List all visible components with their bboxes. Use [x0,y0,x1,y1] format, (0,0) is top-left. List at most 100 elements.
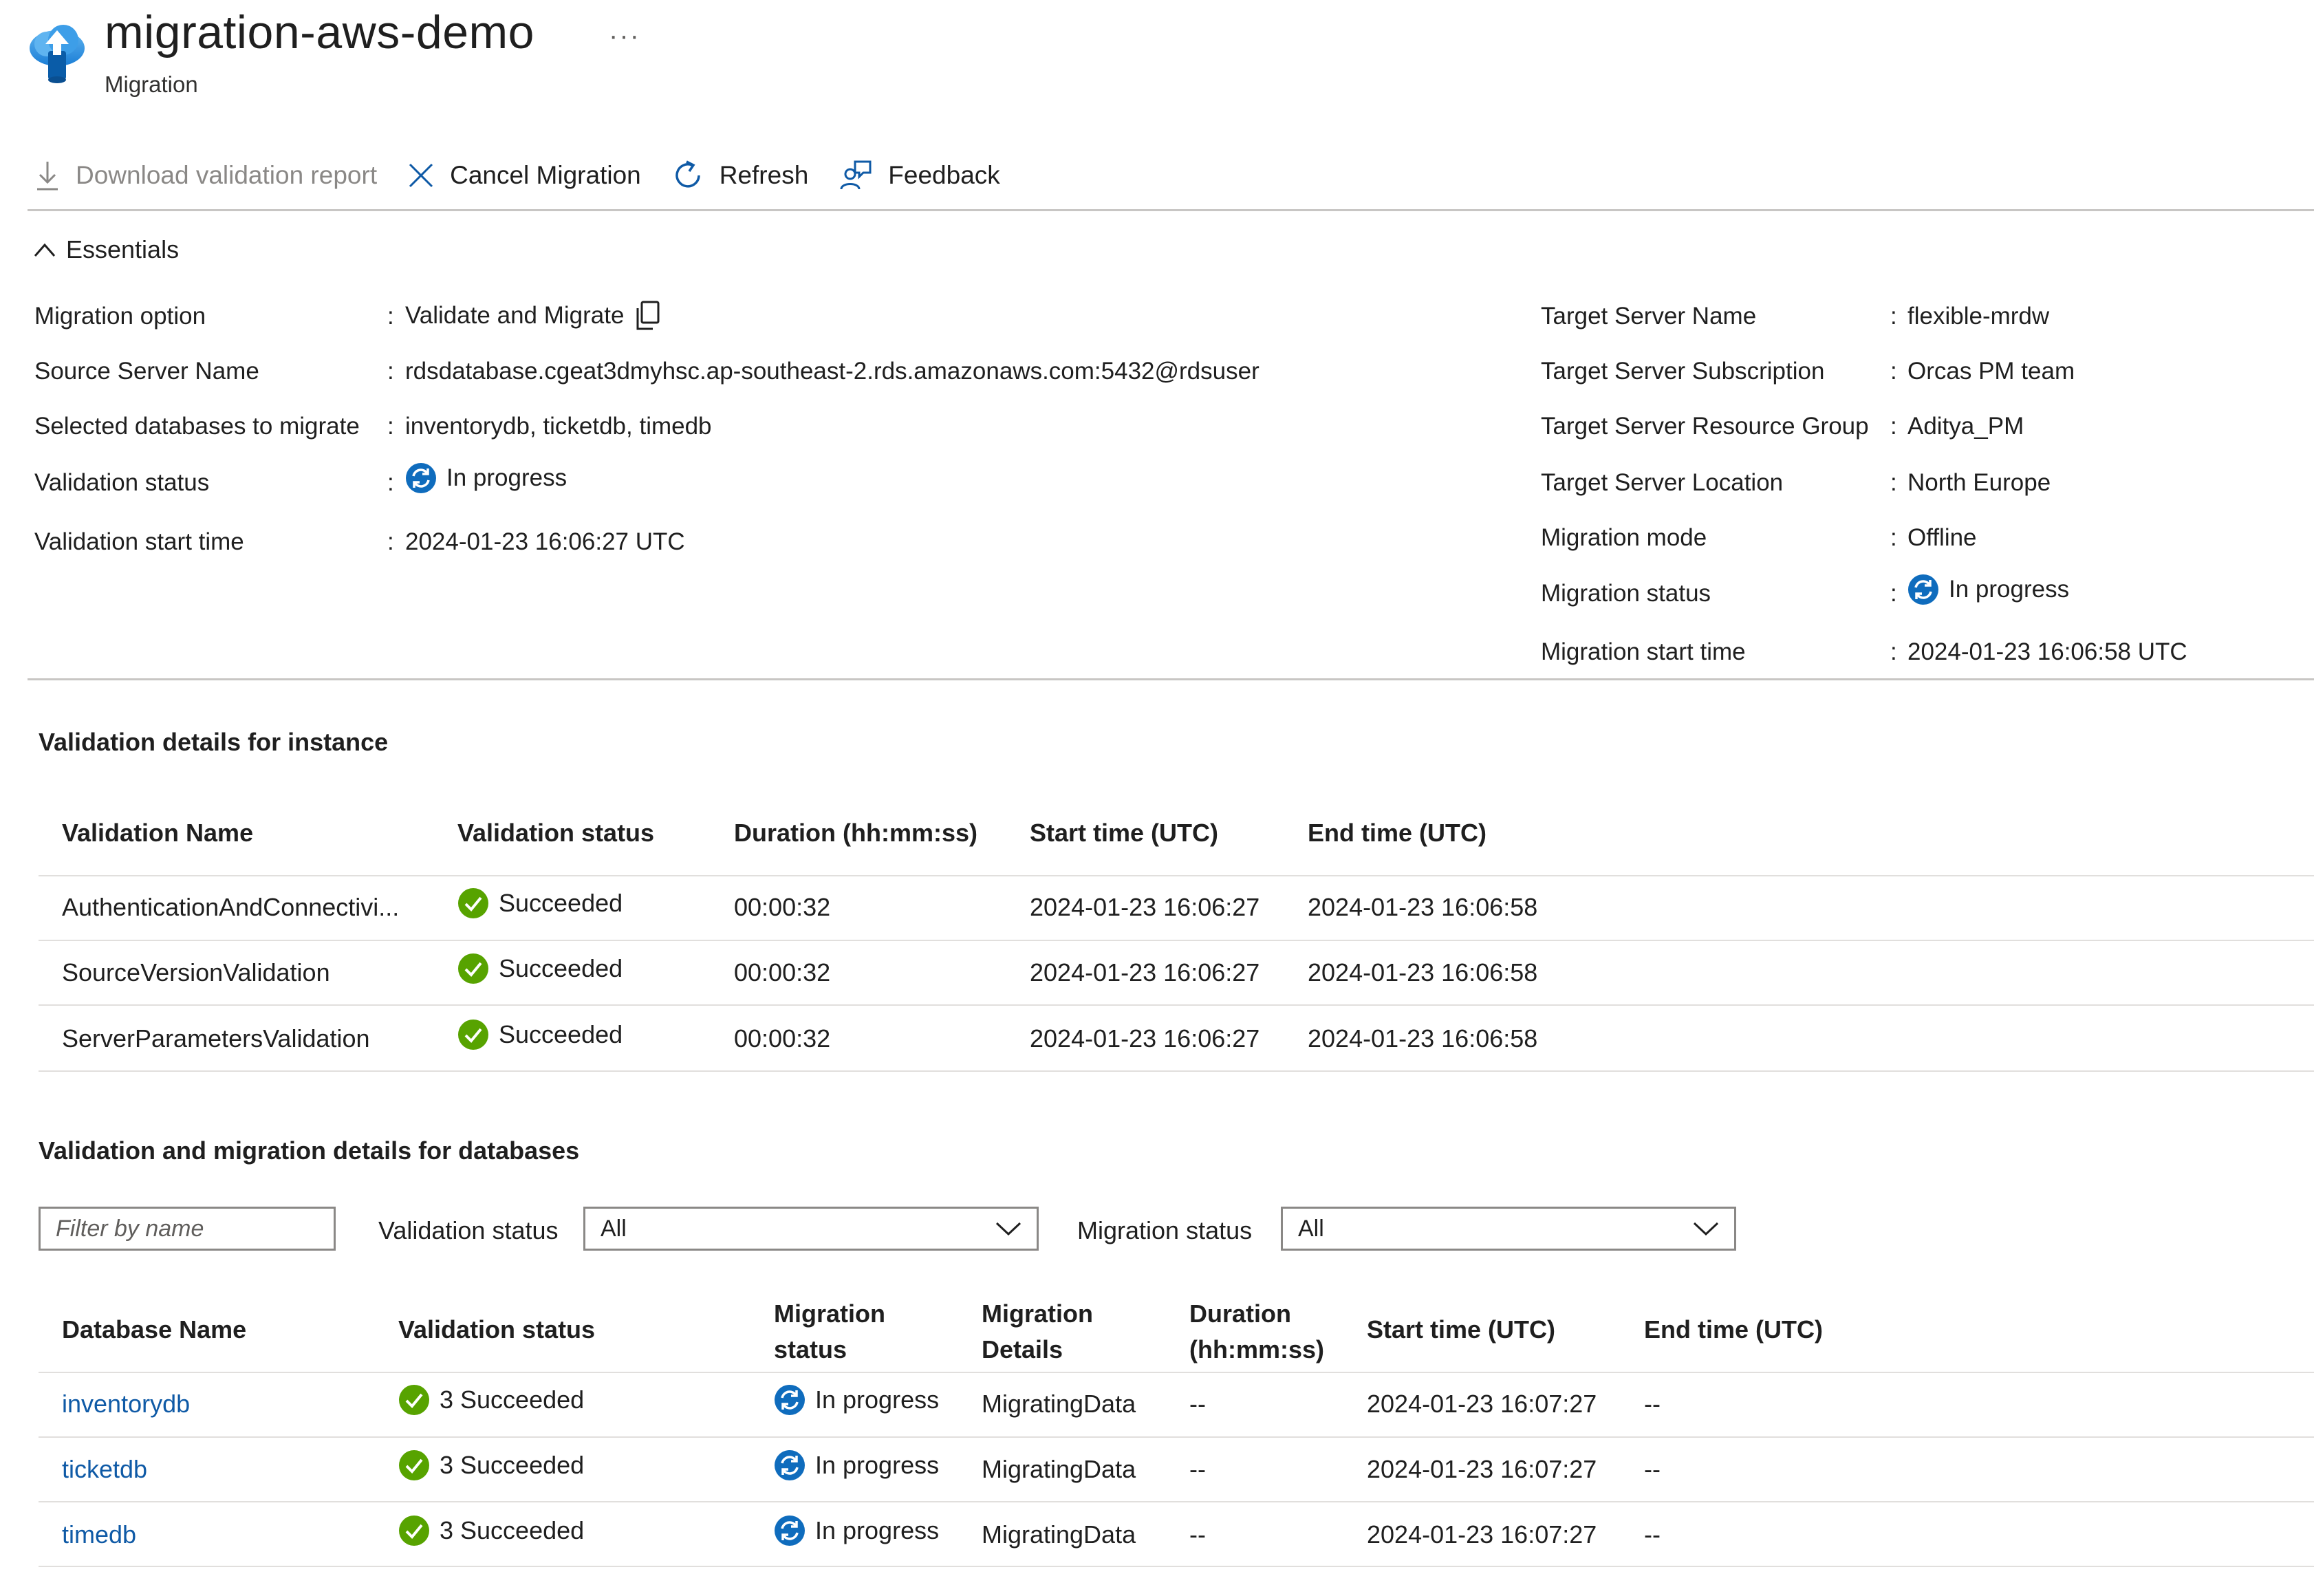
validation-name-cell: SourceVersionValidation [62,958,330,986]
separator: : [1890,358,1897,385]
target-server-location-label: Target Server Location [1541,469,1784,496]
migration-start-time-label: Migration start time [1541,638,1746,665]
filter-by-name-input[interactable]: Filter by name [39,1207,336,1251]
column-header-end-time[interactable]: End time (UTC) [1644,1315,1823,1344]
column-header-validation-name[interactable]: Validation Name [62,819,253,848]
instance-section-title: Validation details for instance [39,728,389,756]
column-header-migration-details[interactable]: Migration Details [982,1296,1093,1368]
refresh-label: Refresh [719,161,809,189]
chevron-down-icon [1693,1222,1719,1236]
copy-icon[interactable] [634,300,661,332]
migration-status-dropdown-value: All [1298,1215,1324,1242]
start-time-cell: 2024-01-23 16:06:27 [1030,1024,1260,1053]
check-circle-icon [457,953,489,984]
separator: : [387,469,394,496]
migration-start-time-value: 2024-01-23 16:06:58 UTC [1907,638,2187,665]
column-header-duration[interactable]: Duration (hh:mm:ss) [734,819,977,848]
migration-mode-value: Offline [1907,524,1977,551]
databases-section-title: Validation and migration details for dat… [39,1136,580,1165]
duration-cell: 00:00:32 [734,958,831,986]
check-circle-icon [398,1384,430,1416]
db-duration-cell: -- [1189,1520,1206,1549]
essentials-divider [28,678,2314,680]
end-time-cell: 2024-01-23 16:06:58 [1308,893,1538,921]
column-header-migration-status[interactable]: Migration status [774,1296,885,1368]
validation-status-dropdown[interactable]: All [583,1207,1039,1251]
duration-cell: 00:00:32 [734,1024,831,1053]
refresh-icon [675,160,700,188]
db-end-time-cell: -- [1644,1455,1661,1483]
column-header-validation-status[interactable]: Validation status [457,819,654,848]
header-line: (hh:mm:ss) [1189,1335,1324,1363]
db-start-time-cell: 2024-01-23 16:07:27 [1367,1390,1597,1418]
row-divider [39,1070,2314,1072]
source-server-name-label: Source Server Name [34,358,259,385]
validation-status-filter-label: Validation status [378,1216,559,1244]
validation-status-cell: Succeeded [457,1019,623,1050]
validation-name-cell: ServerParametersValidation [62,1024,370,1053]
column-header-end-time[interactable]: End time (UTC) [1308,819,1486,848]
separator: : [1890,580,1897,607]
header-line: Duration [1189,1300,1291,1328]
db-migration-status-text: In progress [815,1451,940,1479]
migration-status-label: Migration status [1541,580,1711,607]
validation-status-cell: Succeeded [457,887,623,919]
db-validation-status-cell: 3 Succeeded [398,1515,584,1546]
command-bar: Download validation report Cancel Migrat… [34,151,1030,200]
download-validation-report-button[interactable]: Download validation report [34,160,377,191]
target-server-resource-group-value: Aditya_PM [1907,413,2024,440]
separator: : [1890,638,1897,665]
db-duration-cell: -- [1189,1390,1206,1418]
essentials-toggle[interactable]: Essentials [33,235,179,264]
validation-status-text: Succeeded [499,954,623,982]
db-migration-status-cell: In progress [774,1384,939,1416]
db-migration-status-cell: In progress [774,1515,939,1546]
database-link-inventorydb[interactable]: inventorydb [62,1390,190,1419]
migration-status-dropdown[interactable]: All [1281,1207,1736,1251]
header-line: status [774,1335,847,1363]
validation-start-time-label: Validation start time [34,528,244,555]
validation-status-text: Succeeded [499,889,623,917]
row-divider [39,1566,2314,1567]
chevron-down-icon [995,1222,1021,1236]
separator: : [387,413,394,440]
separator: : [1890,413,1897,440]
validation-status-cell: Succeeded [457,953,623,984]
start-time-cell: 2024-01-23 16:06:27 [1030,958,1260,986]
row-divider [39,1004,2314,1006]
migration-option-text: Validate and Migrate [405,302,625,329]
separator: : [1890,303,1897,330]
db-end-time-cell: -- [1644,1390,1661,1418]
cancel-migration-button[interactable]: Cancel Migration [407,161,641,190]
column-header-duration[interactable]: Duration (hh:mm:ss) [1189,1296,1324,1368]
sync-icon [774,1449,805,1481]
row-divider [39,1436,2314,1438]
db-migration-details-cell: MigratingData [982,1455,1136,1483]
check-circle-icon [457,1019,489,1050]
separator: : [387,358,394,385]
db-migration-details-cell: MigratingData [982,1390,1136,1418]
sync-icon [774,1384,805,1416]
validation-status-text: In progress [446,464,567,491]
database-link-ticketdb[interactable]: ticketdb [62,1455,147,1484]
check-circle-icon [398,1515,430,1546]
column-header-validation-status[interactable]: Validation status [398,1315,595,1344]
target-server-resource-group-label: Target Server Resource Group [1541,413,1869,440]
feedback-icon [840,160,872,190]
db-migration-status-cell: In progress [774,1449,939,1481]
row-divider [39,1501,2314,1502]
column-header-start-time[interactable]: Start time (UTC) [1367,1315,1555,1344]
check-circle-icon [398,1449,430,1481]
column-header-database-name[interactable]: Database Name [62,1315,246,1344]
more-options-button[interactable]: ··· [609,21,640,52]
row-divider [39,940,2314,941]
check-circle-icon [457,887,489,919]
download-label: Download validation report [76,161,378,189]
refresh-button[interactable]: Refresh [671,159,809,192]
database-link-timedb[interactable]: timedb [62,1520,136,1549]
column-header-start-time[interactable]: Start time (UTC) [1030,819,1218,848]
separator: : [1890,469,1897,496]
chevron-up-icon [34,243,56,257]
sync-icon [774,1515,805,1546]
feedback-button[interactable]: Feedback [839,159,1000,192]
